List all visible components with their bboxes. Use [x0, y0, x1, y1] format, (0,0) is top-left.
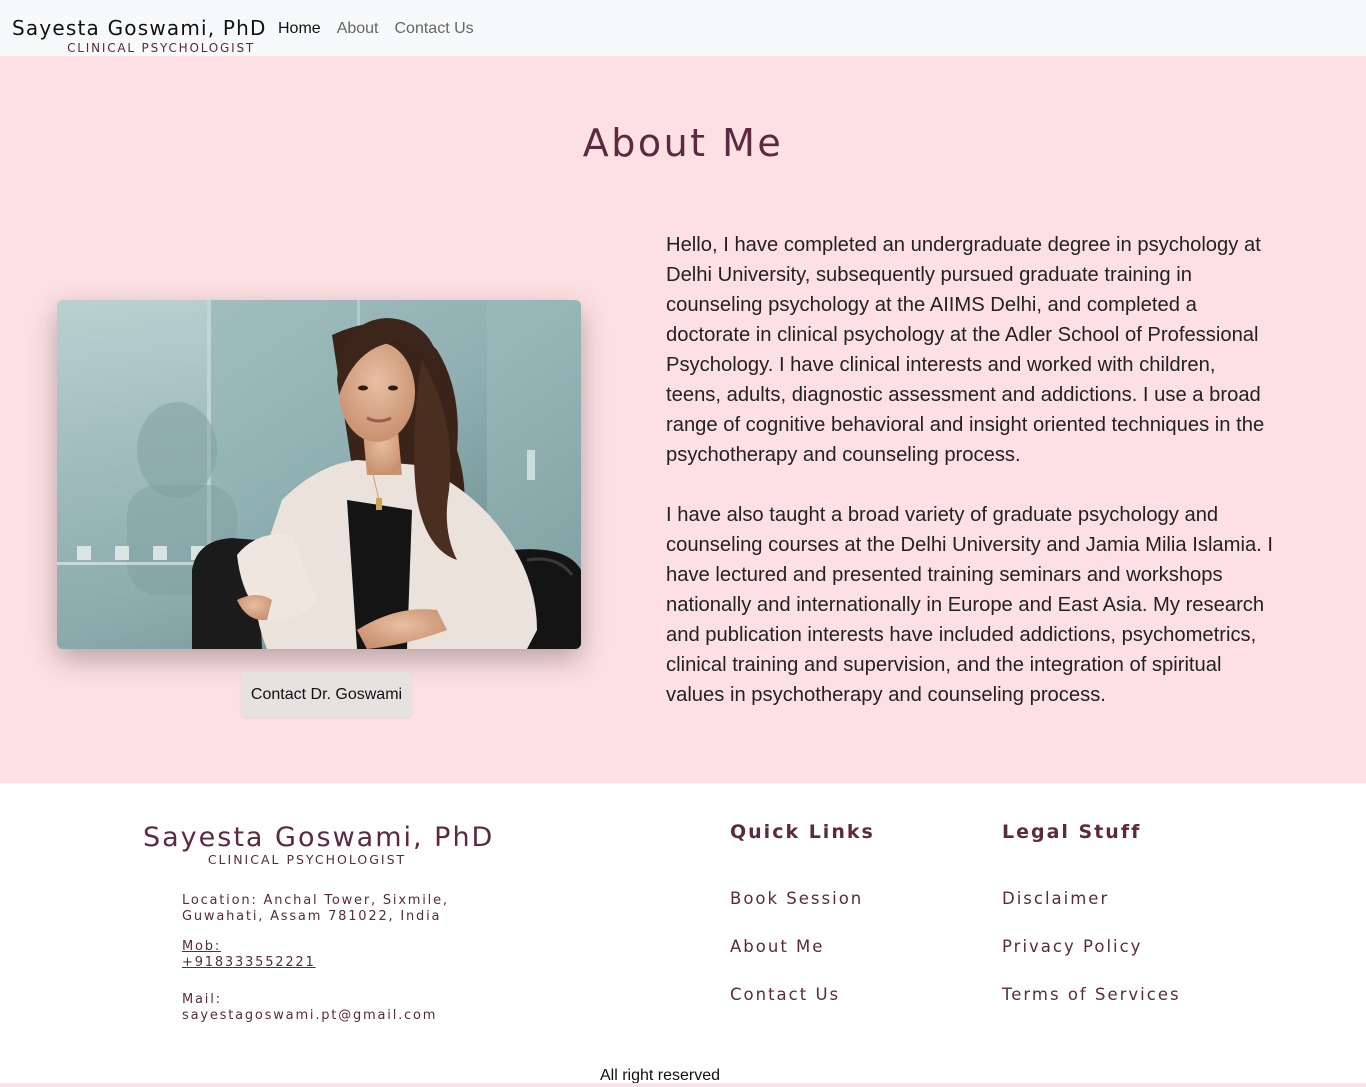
- brand-link[interactable]: Sayesta Goswami, PhD CLINICAL PSYCHOLOGI…: [12, 14, 267, 55]
- profile-photo: [57, 300, 581, 649]
- mail-address: sayestagoswami.pt@gmail.com: [182, 1008, 438, 1023]
- footer-location: Location: Anchal Tower, Sixmile, Guwahat…: [182, 893, 449, 925]
- legal-heading: Legal Stuff: [1002, 821, 1142, 843]
- bio-paragraph: I have also taught a broad variety of gr…: [666, 504, 1274, 706]
- phone-link[interactable]: Mob: +918333552221: [182, 939, 316, 971]
- bio-text: Hello, I have completed an undergraduate…: [666, 230, 1276, 710]
- footer-link-disclaimer[interactable]: Disclaimer: [1002, 889, 1109, 908]
- page-title: About Me: [582, 121, 784, 165]
- footer-brand: Sayesta Goswami, PhD CLINICAL PSYCHOLOGI…: [143, 820, 495, 867]
- brand-name: Sayesta Goswami, PhD: [12, 16, 267, 40]
- contact-doctor-button[interactable]: Contact Dr. Goswami: [241, 672, 412, 717]
- nav-links: Home About Contact Us: [278, 19, 474, 39]
- footer-link-contact-us[interactable]: Contact Us: [730, 985, 840, 1004]
- footer: Sayesta Goswami, PhD CLINICAL PSYCHOLOGI…: [0, 783, 1366, 1084]
- legal-links: Legal Stuff Disclaimer Privacy Policy Te…: [1002, 817, 1181, 1019]
- brand-subtitle: CLINICAL PSYCHOLOGIST: [67, 41, 255, 55]
- about-section: About Me Contact Dr. Goswami Hello, I ha…: [0, 56, 1366, 783]
- navbar: Sayesta Goswami, PhD CLINICAL PSYCHOLOGI…: [0, 0, 1366, 56]
- nav-link-home[interactable]: Home: [278, 19, 321, 39]
- mob-number: +918333552221: [182, 955, 316, 970]
- bio-paragraph: Hello, I have completed an undergraduate…: [666, 234, 1265, 466]
- nav-link-about[interactable]: About: [337, 19, 379, 39]
- footer-link-about-me[interactable]: About Me: [730, 937, 824, 956]
- footer-link-book-session[interactable]: Book Session: [730, 889, 863, 908]
- location-line: Location: Anchal Tower, Sixmile,: [182, 893, 449, 908]
- footer-bottom-strip: [0, 1083, 1366, 1087]
- footer-link-terms[interactable]: Terms of Services: [1002, 985, 1181, 1004]
- footer-brand-name: Sayesta Goswami, PhD: [143, 822, 495, 853]
- mob-label: Mob:: [182, 939, 222, 954]
- footer-link-privacy-policy[interactable]: Privacy Policy: [1002, 937, 1142, 956]
- nav-link-contact[interactable]: Contact Us: [395, 19, 474, 39]
- quick-links: Quick Links Book Session About Me Contac…: [730, 817, 875, 1019]
- footer-mail: Mail: sayestagoswami.pt@gmail.com: [182, 992, 437, 1024]
- location-line: Guwahati, Assam 781022, India: [182, 909, 442, 924]
- mail-label: Mail:: [182, 992, 222, 1007]
- quick-links-heading: Quick Links: [730, 821, 875, 843]
